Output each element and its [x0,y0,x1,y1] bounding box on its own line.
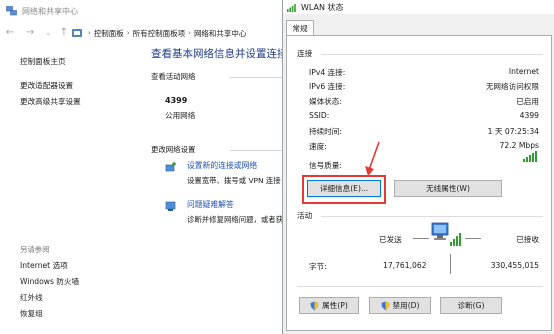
address-bar: ← → ⌄ ↑ › 控制面板 › 所有控制面板项 › 网络和共享中心 [0,22,282,44]
see-also-recovery[interactable]: 恢复组 [20,308,43,319]
signal-bar [523,159,525,162]
diagnose-button[interactable]: 诊断(G) [440,297,502,314]
breadcrumb-separator: › [88,29,91,37]
breadcrumb-separator: › [126,29,130,37]
media-state-label: 媒体状态: [309,97,342,106]
uac-shield-icon [381,301,390,310]
signal-bar [529,155,531,162]
forward-arrow-icon[interactable]: → [24,26,36,40]
properties-button-label: 属性(P) [322,301,348,310]
signal-bar [535,151,537,162]
activity-group-label: 活动 [297,211,313,220]
group-divider [321,216,543,217]
duration-value: 1 天 07:25:34 [487,127,539,136]
breadcrumb-network-center[interactable]: 网络和共享中心 [194,28,247,39]
speed-label: 速度: [309,142,327,151]
change-settings-label: 更改网络设置 [151,145,196,154]
bytes-label: 字节: [309,262,327,271]
task-new-connection-desc: 设置宽带、拨号或 VPN 连接；或设置路由器或接入点。 [187,176,282,185]
page-title: 查看基本网络信息并设置连接 [151,48,282,60]
details-button[interactable]: 详细信息(E)... [307,180,381,197]
nsc-window-title: 网络和共享中心 [22,6,78,16]
nsc-left-pane: 控制面板主页 更改适配器设置 更改高级共享设置 另请参阅 Internet 选项… [0,44,140,334]
duration-label: 持续时间: [309,127,342,136]
tab-general[interactable]: 常规 [286,20,314,36]
speed-value: 72.2 Mbps [499,141,539,150]
bytes-divider [450,254,451,274]
bytes-sent-value: 17,761,062 [383,261,427,270]
see-also-infrared[interactable]: 红外线 [20,292,43,303]
new-connection-icon [165,162,176,172]
activity-line [465,238,481,239]
signal-quality-label: 信号质量: [309,161,342,170]
left-link-control-panel-home[interactable]: 控制面板主页 [20,56,66,67]
bytes-received-value: 330,455,015 [490,261,539,270]
nsc-main-pane: 查看基本网络信息并设置连接 查看活动网络 4399 公用网络 更改网络设置 设置… [140,44,282,334]
left-link-change-adapter[interactable]: 更改适配器设置 [20,80,73,91]
wifi-signal-icon [287,3,296,12]
see-also-internet-options[interactable]: Internet 选项 [20,260,68,271]
breadcrumb-separator: › [188,29,191,37]
general-panel: 连接 IPv4 连接: Internet IPv6 连接: 无网络访问权限 媒体… [286,35,552,331]
wireless-properties-button[interactable]: 无线属性(W) [394,180,502,197]
recent-dropdown-icon[interactable]: ⌄ [42,26,54,40]
annotation-arrow [365,141,380,176]
dialog-titlebar: WLAN 状态 [283,0,554,14]
back-arrow-icon[interactable]: ← [4,26,16,40]
ipv6-value: 无网络访问权限 [485,82,539,91]
network-type: 公用网络 [165,111,196,120]
sent-label: 已发送 [379,235,402,244]
network-name: 4399 [165,96,188,105]
signal-bar [532,153,534,162]
network-center-icon [6,6,17,16]
properties-button[interactable]: 属性(P) [299,297,359,314]
see-also-firewall[interactable]: Windows 防火墙 [20,276,79,287]
disable-button[interactable]: 禁用(D) [369,297,431,314]
ipv4-value: Internet [508,67,539,76]
breadcrumb-control-panel[interactable]: 控制面板 [94,28,124,39]
received-label: 已接收 [516,235,539,244]
up-arrow-icon[interactable]: ↑ [58,26,70,40]
troubleshoot-icon [165,201,176,211]
computer-network-icon [431,222,461,246]
media-state-value: 已启用 [516,97,539,106]
group-divider [321,54,543,55]
activity-line [413,238,429,239]
active-networks-label: 查看活动网络 [151,72,196,81]
network-sharing-center-window: 网络和共享中心 ← → ⌄ ↑ › 控制面板 › 所有控制面板项 › 网络和共享… [0,0,282,334]
ipv4-label: IPv4 连接: [309,68,346,77]
breadcrumb-all-items[interactable]: 所有控制面板项 [133,28,186,39]
ssid-label: SSID: [309,111,330,120]
connection-group-label: 连接 [297,49,313,58]
section-divider [230,150,282,151]
signal-bar [526,157,528,162]
group-divider [297,286,543,287]
task-troubleshoot-link[interactable]: 问题疑难解答 [187,199,234,210]
control-panel-icon [72,28,82,37]
wlan-status-dialog: WLAN 状态 常规 连接 IPv4 连接: Internet IPv6 连接:… [282,0,554,334]
left-link-advanced-sharing[interactable]: 更改高级共享设置 [20,96,81,107]
uac-shield-icon [310,301,319,310]
task-troubleshoot-desc: 诊断并修复网络问题，或者获得故障排除信息。 [187,215,282,224]
nsc-titlebar: 网络和共享中心 [0,0,282,22]
breadcrumb[interactable]: › 控制面板 › 所有控制面板项 › 网络和共享中心 [72,25,246,41]
task-new-connection-link[interactable]: 设置新的连接或网络 [187,160,257,171]
dialog-title: WLAN 状态 [301,2,344,12]
section-divider [230,77,282,78]
see-also-label: 另请参阅 [20,245,50,254]
ssid-value: 4399 [519,111,539,120]
disable-button-label: 禁用(D) [392,301,420,310]
ipv6-label: IPv6 连接: [309,82,346,91]
signal-strength-meter [523,150,539,162]
